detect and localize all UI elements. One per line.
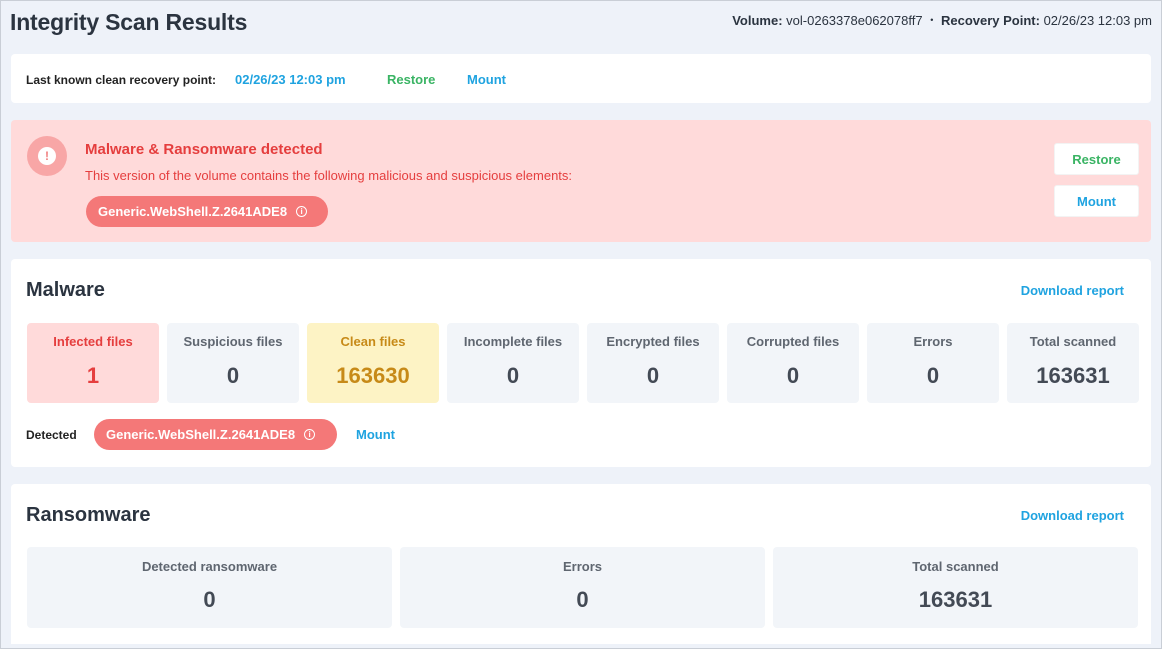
info-icon[interactable]: i	[304, 429, 316, 440]
clean-point-mount-link[interactable]: Mount	[467, 72, 506, 87]
volume-value: vol-0263378e062078ff7	[786, 13, 923, 28]
tile-label: Incomplete files	[463, 334, 563, 349]
threat-name: Generic.WebShell.Z.2641ADE8	[98, 204, 288, 219]
tile-value: 163630	[336, 363, 410, 388]
page-title: Integrity Scan Results	[10, 9, 248, 35]
ransomware-download-report-link[interactable]: Download report	[1021, 508, 1124, 523]
ransomware-title: Ransomware	[26, 504, 151, 526]
clean-files-tile: Clean files 163630	[307, 323, 439, 403]
tile-label: Encrypted files	[606, 334, 700, 349]
info-icon[interactable]: i	[296, 206, 308, 217]
errors-tile: Errors 0	[867, 323, 999, 403]
tile-value: 0	[926, 363, 940, 388]
detected-label: Detected	[26, 428, 77, 442]
tile-label: Corrupted files	[746, 334, 840, 349]
recovery-point-value: 02/26/23 12:03 pm	[1043, 13, 1152, 28]
tile-label: Clean files	[340, 334, 406, 349]
volume-label: Volume:	[732, 13, 783, 28]
malware-section: Malware Download report Infected files 1…	[11, 259, 1151, 467]
encrypted-files-tile: Encrypted files 0	[587, 323, 719, 403]
clean-recovery-bar: Last known clean recovery point: 02/26/2…	[11, 54, 1151, 103]
corrupted-files-tile: Corrupted files 0	[727, 323, 859, 403]
tile-label: Errors	[913, 334, 953, 349]
detected-mount-link[interactable]: Mount	[356, 427, 395, 442]
suspicious-files-tile: Suspicious files 0	[167, 323, 299, 403]
tile-label: Detected ransomware	[141, 559, 278, 574]
mount-button[interactable]: Mount	[1054, 185, 1139, 217]
threat-name: Generic.WebShell.Z.2641ADE8	[106, 427, 296, 442]
tile-label: Errors	[562, 559, 603, 574]
total-scanned-tile: Total scanned 163631	[1007, 323, 1139, 403]
malware-title: Malware	[26, 279, 105, 301]
tile-label: Total scanned	[912, 559, 999, 574]
infected-files-tile: Infected files 1	[27, 323, 159, 403]
detected-threat-pill[interactable]: Generic.WebShell.Z.2641ADE8 i	[94, 419, 337, 450]
separator-dot: •	[930, 15, 934, 25]
tile-value: 0	[576, 587, 589, 612]
tile-value: 0	[646, 363, 660, 388]
tile-value: 1	[86, 363, 100, 388]
detected-ransomware-tile: Detected ransomware 0	[27, 547, 392, 628]
tile-value: 163631	[918, 587, 993, 612]
exclamation-icon: !	[27, 136, 67, 176]
tile-value: 0	[203, 587, 216, 612]
clean-point-label: Last known clean recovery point:	[26, 73, 217, 87]
recovery-point-label: Recovery Point:	[940, 13, 1040, 28]
clean-point-restore-link[interactable]: Restore	[387, 72, 435, 87]
ransomware-errors-tile: Errors 0	[400, 547, 765, 628]
page-header: Integrity Scan Results Volume: vol-02633…	[10, 7, 1152, 37]
restore-button[interactable]: Restore	[1054, 143, 1139, 175]
malware-alert-banner: ! Malware & Ransomware detected This ver…	[11, 120, 1151, 242]
tile-value: 0	[506, 363, 520, 388]
threat-pill[interactable]: Generic.WebShell.Z.2641ADE8 i	[86, 196, 328, 227]
tile-label: Infected files	[53, 334, 133, 349]
malware-download-report-link[interactable]: Download report	[1021, 283, 1124, 298]
tile-value: 163631	[1036, 363, 1110, 388]
tile-value: 0	[786, 363, 800, 388]
ransomware-total-scanned-tile: Total scanned 163631	[773, 547, 1138, 628]
tile-label: Suspicious files	[183, 334, 283, 349]
tile-value: 0	[226, 363, 240, 388]
ransomware-section: Ransomware Download report Detected rans…	[11, 484, 1151, 644]
scan-meta: Volume: vol-0263378e062078ff7 • Recovery…	[732, 13, 1152, 28]
clean-point-date-link[interactable]: 02/26/23 12:03 pm	[235, 72, 346, 87]
alert-title: Malware & Ransomware detected	[85, 141, 323, 158]
incomplete-files-tile: Incomplete files 0	[447, 323, 579, 403]
tile-label: Total scanned	[1029, 334, 1117, 349]
alert-description: This version of the volume contains the …	[85, 168, 573, 183]
